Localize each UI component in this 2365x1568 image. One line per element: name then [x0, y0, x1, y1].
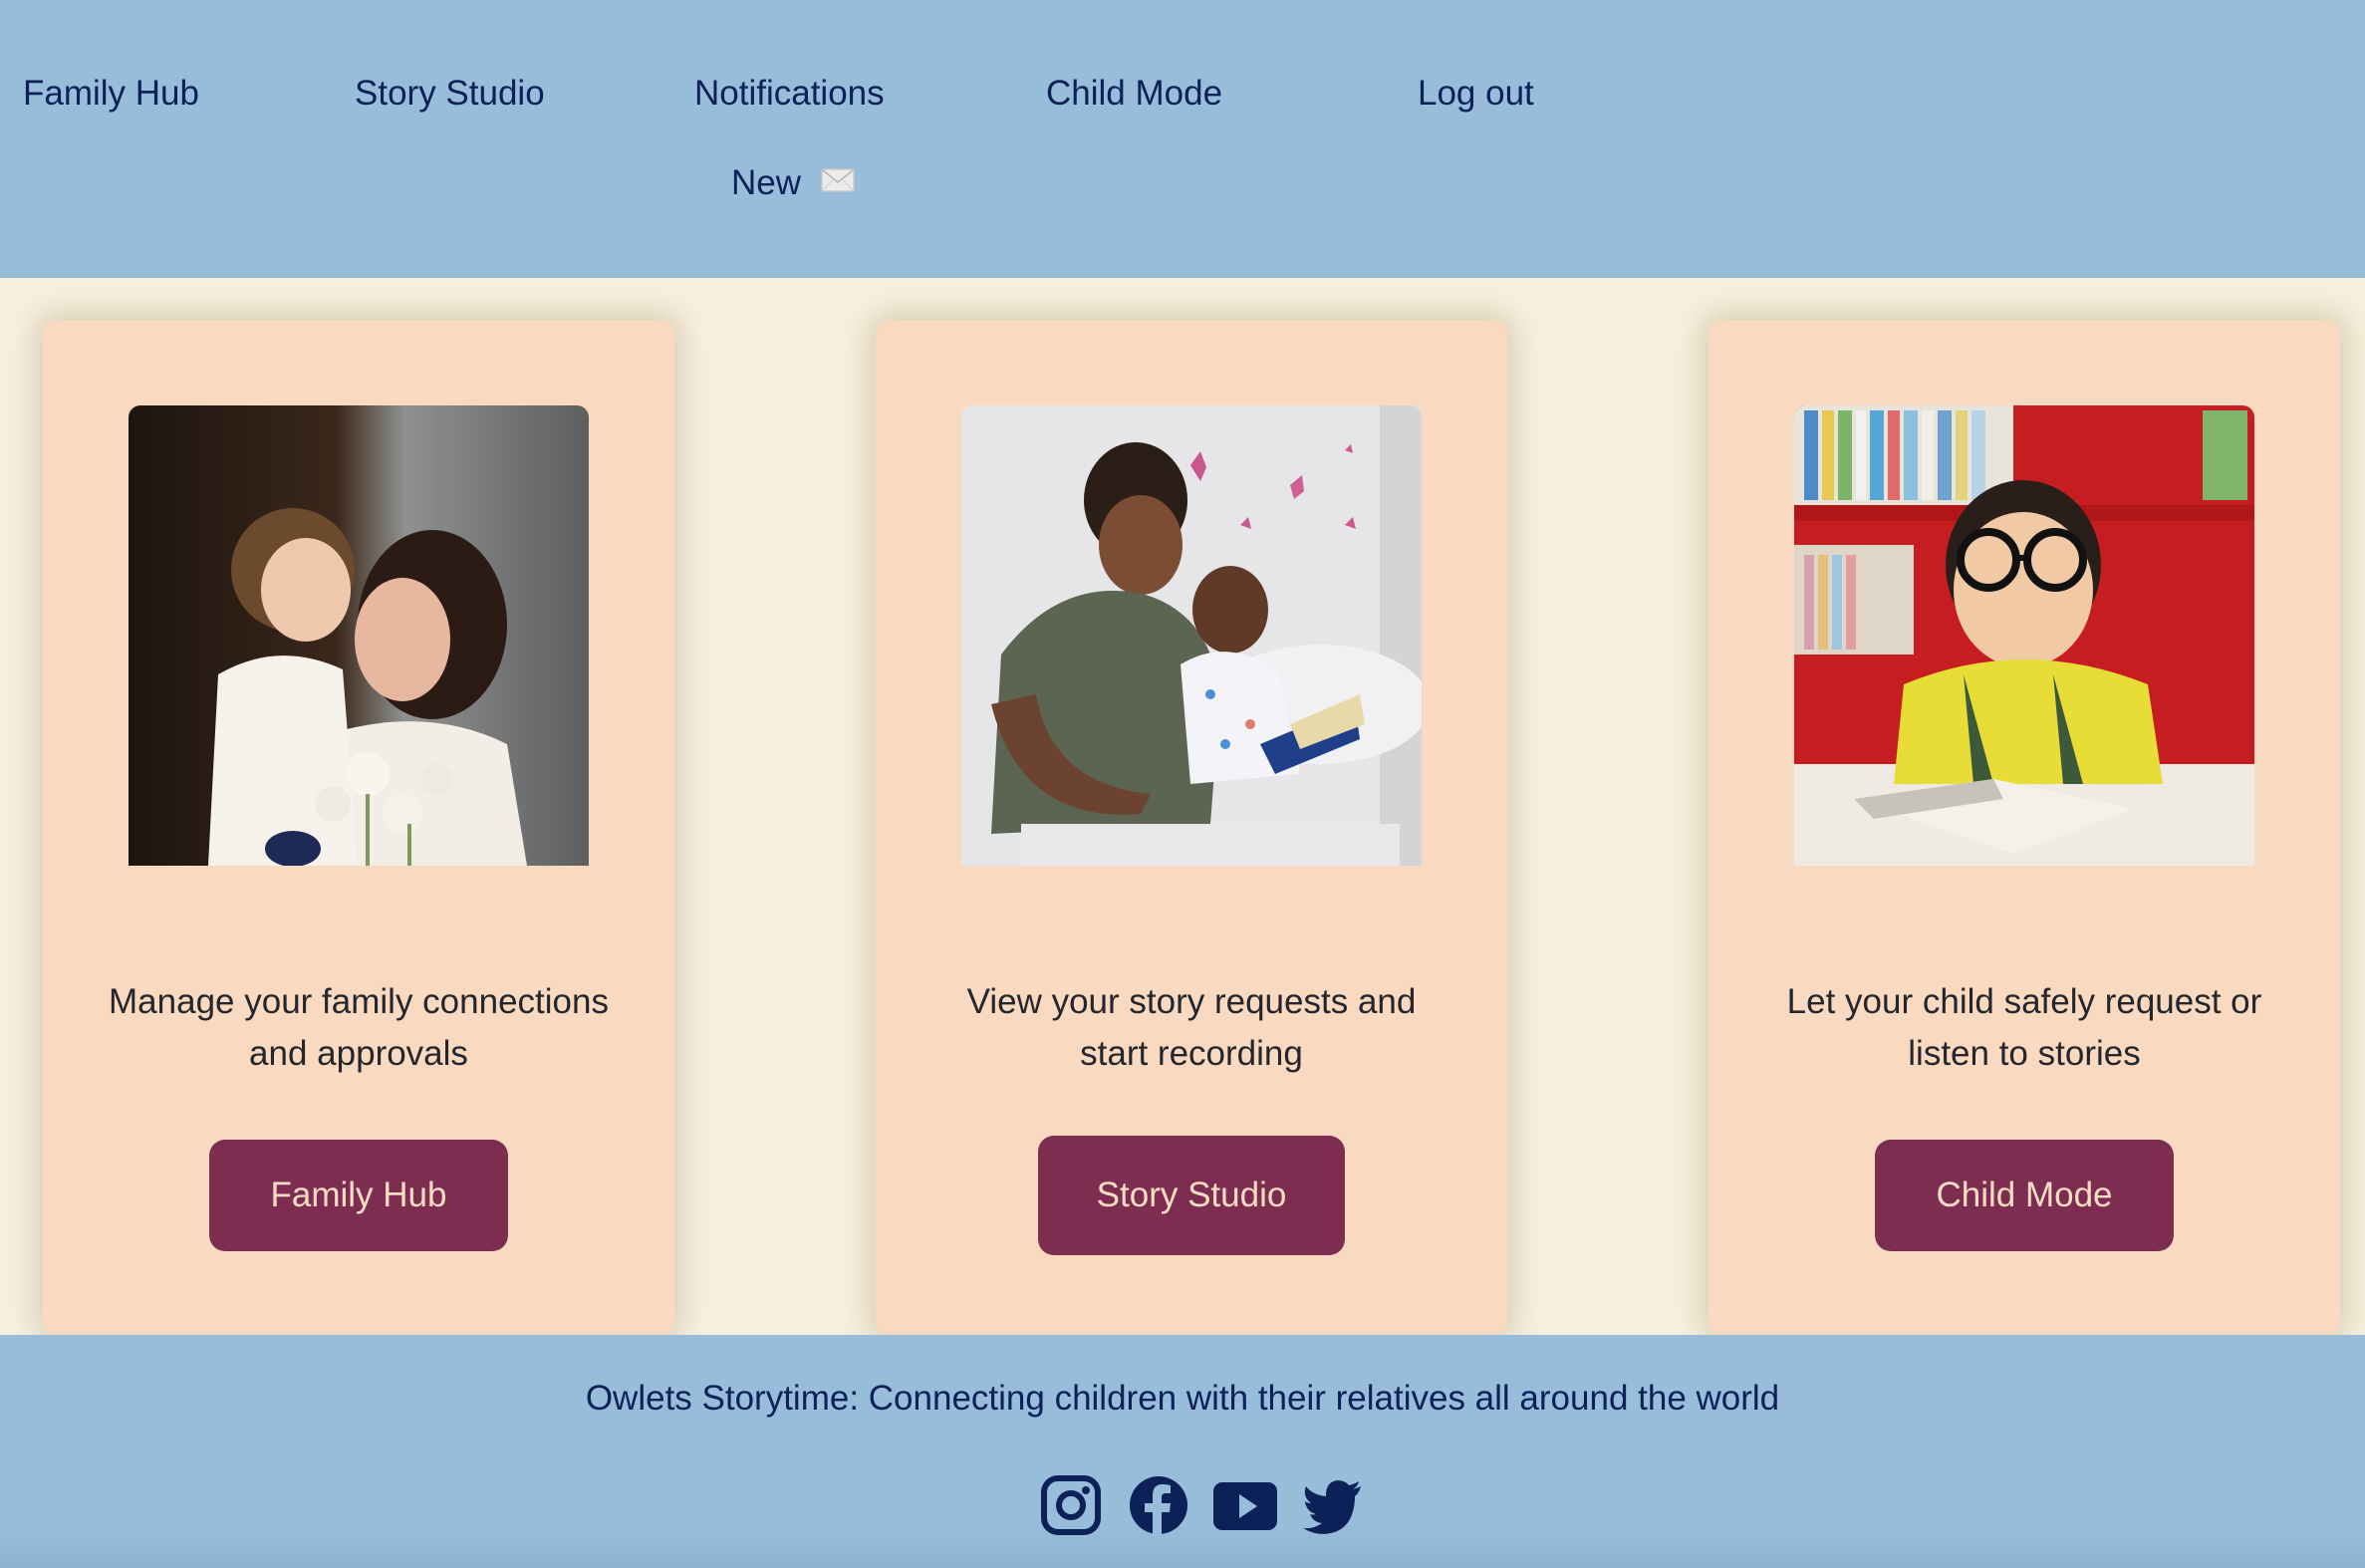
story-studio-description: View your story requests and start recor… [966, 982, 1417, 1073]
footer: Owlets Storytime: Connecting children wi… [0, 1335, 2365, 1568]
child-mode-description: Let your child safely request or listen … [1786, 982, 2262, 1073]
family-hub-button[interactable]: Family Hub [209, 1140, 508, 1251]
story-studio-image [961, 405, 1422, 866]
youtube-icon[interactable] [1211, 1474, 1279, 1536]
new-notifications-label: New [731, 163, 802, 202]
envelope-icon [821, 161, 855, 192]
story-studio-card: View your story requests and start recor… [876, 320, 1507, 1335]
child-mode-button[interactable]: Child Mode [1875, 1140, 2174, 1251]
child-mode-image [1794, 405, 2254, 866]
child-mode-card: Let your child safely request or listen … [1708, 320, 2340, 1335]
twitter-icon[interactable] [1301, 1474, 1365, 1536]
family-hub-description: Manage your family connections and appro… [109, 982, 609, 1073]
footer-tagline: Owlets Storytime: Connecting children wi… [585, 1379, 1780, 1418]
nav-link-story-studio[interactable]: Story Studio [355, 74, 545, 114]
nav-link-notifications[interactable]: Notifications [694, 74, 885, 114]
top-navigation-bar: Family Hub Story Studio Notifications Ch… [0, 0, 2365, 278]
instagram-icon[interactable] [1040, 1474, 1102, 1536]
nav-link-child-mode[interactable]: Child Mode [1046, 74, 1222, 114]
main-content: Manage your family connections and appro… [0, 278, 2365, 1335]
family-hub-image [129, 405, 589, 866]
family-hub-card: Manage your family connections and appro… [43, 320, 674, 1335]
nav-link-family-hub[interactable]: Family Hub [23, 74, 199, 114]
facebook-icon[interactable] [1128, 1474, 1189, 1536]
new-notifications-link[interactable]: New [731, 161, 855, 203]
nav-link-log-out[interactable]: Log out [1418, 74, 1534, 114]
story-studio-button[interactable]: Story Studio [1038, 1136, 1345, 1255]
